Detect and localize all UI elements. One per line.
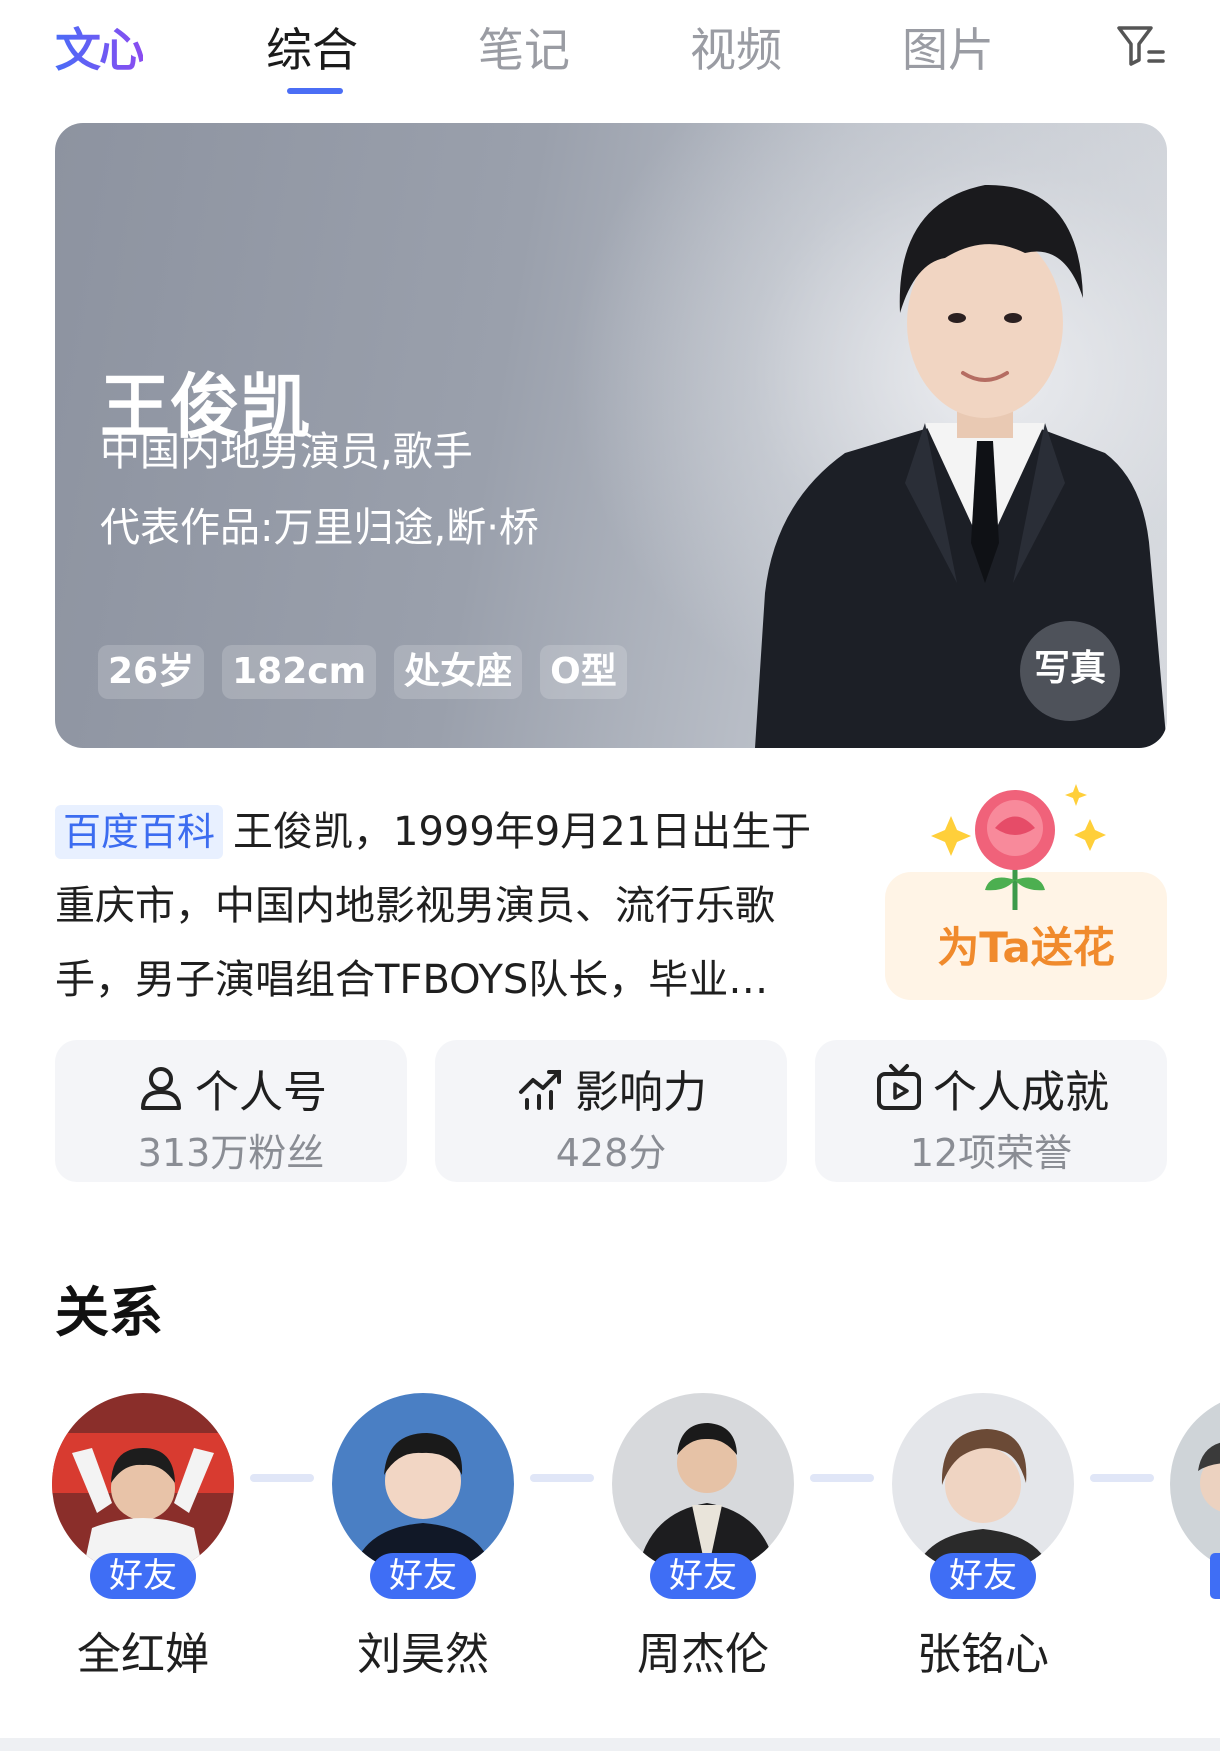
relations-title: 关系 [55,1281,163,1344]
age-tag: 26岁 [98,645,205,699]
relation-item[interactable]: 好友 刘昊然 [332,1393,514,1683]
relation-name: 全红婵 [77,1629,209,1680]
relation-item[interactable]: 好友 周杰伦 [612,1393,794,1683]
friend-badge: 好友 [370,1553,476,1599]
tab-comprehensive[interactable]: 综合 [266,14,358,80]
relation-name: 周杰伦 [637,1629,769,1680]
summary-line-2: 重庆市，中国内地影视男演员、流行乐歌 [55,883,775,929]
tv-play-icon [877,1064,921,1110]
active-tab-indicator [287,88,343,94]
relation-connector [530,1474,594,1482]
summary-line-3: 手，男子演唱组合TFBOYS队长，毕业… [55,957,769,1003]
summary-line-1: 王俊凯，1999年9月21日出生于 [233,809,812,855]
profile-hero-card[interactable]: 王俊凯 中国内地男演员,歌手 代表作品:万里归途,断·桥 26岁 182cm 处… [55,123,1167,748]
wenxin-logo[interactable]: 文心 [55,14,145,80]
friend-badge: 好友 [90,1553,196,1599]
avatar [332,1393,514,1575]
friend-badge: 好友 [930,1553,1036,1599]
avatar-partial[interactable] [1170,1393,1220,1575]
send-flower-label: 为Ta送花 [937,923,1115,972]
height-tag: 182cm [222,645,377,699]
relation-connector [810,1474,874,1482]
zodiac-tag: 处女座 [394,645,523,699]
friend-badge-partial [1210,1553,1220,1599]
stat-value: 12项荣誉 [909,1131,1073,1175]
stat-influence[interactable]: 影响力 428分 [435,1040,787,1182]
avatar [892,1393,1074,1575]
person-icon [141,1067,181,1110]
relation-connector [1090,1474,1154,1482]
photo-album-button[interactable]: 写真 [1020,621,1120,721]
stat-personal-account[interactable]: 个人号 313万粉丝 [55,1040,407,1182]
relation-connector [250,1474,314,1482]
filter-icon[interactable] [1115,22,1167,68]
baike-summary[interactable]: 百度百科 王俊凯，1999年9月21日出生于 重庆市，中国内地影视男演员、流行乐歌… [55,795,880,1017]
tab-notes[interactable]: 笔记 [478,14,570,80]
friend-badge: 好友 [650,1553,756,1599]
stat-title: 影响力 [575,1067,707,1118]
trend-chart-icon [519,1070,561,1110]
occupation-text: 中国内地男演员,歌手 [100,429,473,475]
avatar [52,1393,234,1575]
bottom-divider [0,1738,1220,1751]
tab-videos[interactable]: 视频 [690,14,782,80]
avatar [612,1393,794,1575]
stat-achievements[interactable]: 个人成就 12项荣誉 [815,1040,1167,1182]
top-tab-bar: 文心 综合 笔记 视频 图片 [0,0,1220,100]
representative-works-text: 代表作品:万里归途,断·桥 [100,505,539,551]
stat-value: 313万粉丝 [137,1131,325,1175]
baike-source-badge[interactable]: 百度百科 [55,805,224,859]
relation-item[interactable]: 好友 全红婵 [52,1393,234,1683]
blood-type-tag: O型 [540,645,627,699]
stat-title: 个人成就 [933,1067,1109,1118]
relation-name: 张铭心 [917,1629,1049,1680]
stat-value: 428分 [555,1131,667,1175]
profile-tags: 26岁 182cm 处女座 O型 [98,645,627,699]
stat-title: 个人号 [195,1067,327,1118]
tab-images[interactable]: 图片 [902,14,994,80]
rose-icon [931,784,1106,910]
relation-item[interactable]: 好友 张铭心 [892,1393,1074,1683]
relation-name: 刘昊然 [357,1629,489,1680]
